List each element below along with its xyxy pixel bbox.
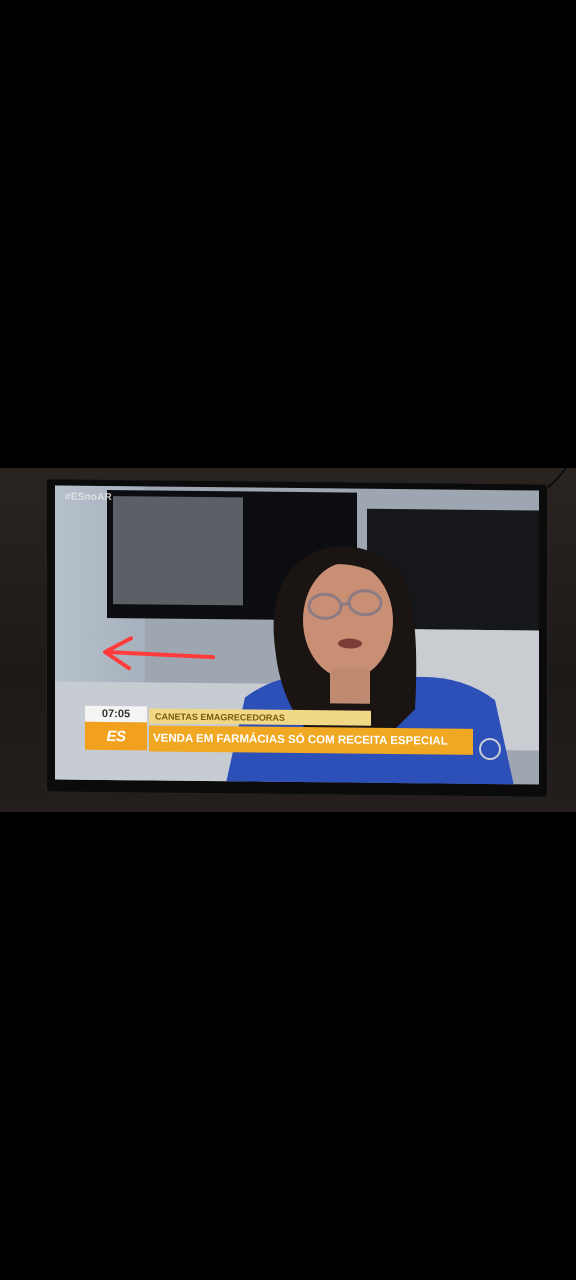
photo: #ESnoAR 07:05 ES CANETAS EMAGRECEDORAS V…: [0, 468, 576, 812]
headline-bar: VENDA EM FARMÁCIAS SÓ COM RECEITA ESPECI…: [149, 725, 473, 755]
clock-time: 07:05: [85, 705, 147, 723]
logo-text: ES: [106, 727, 126, 745]
broadcaster-logo-icon: [479, 737, 501, 761]
program-hashtag: #ESnoAR: [65, 491, 112, 504]
topic-bar: CANETAS EMAGRECEDORAS: [149, 708, 371, 726]
news-lower-third: 07:05 ES CANETAS EMAGRECEDORAS VENDA EM …: [85, 705, 485, 770]
television: #ESnoAR 07:05 ES CANETAS EMAGRECEDORAS V…: [47, 479, 547, 797]
program-logo: ES: [85, 721, 147, 751]
tv-screen: #ESnoAR 07:05 ES CANETAS EMAGRECEDORAS V…: [55, 485, 539, 785]
arrow-left-icon: [103, 636, 215, 671]
